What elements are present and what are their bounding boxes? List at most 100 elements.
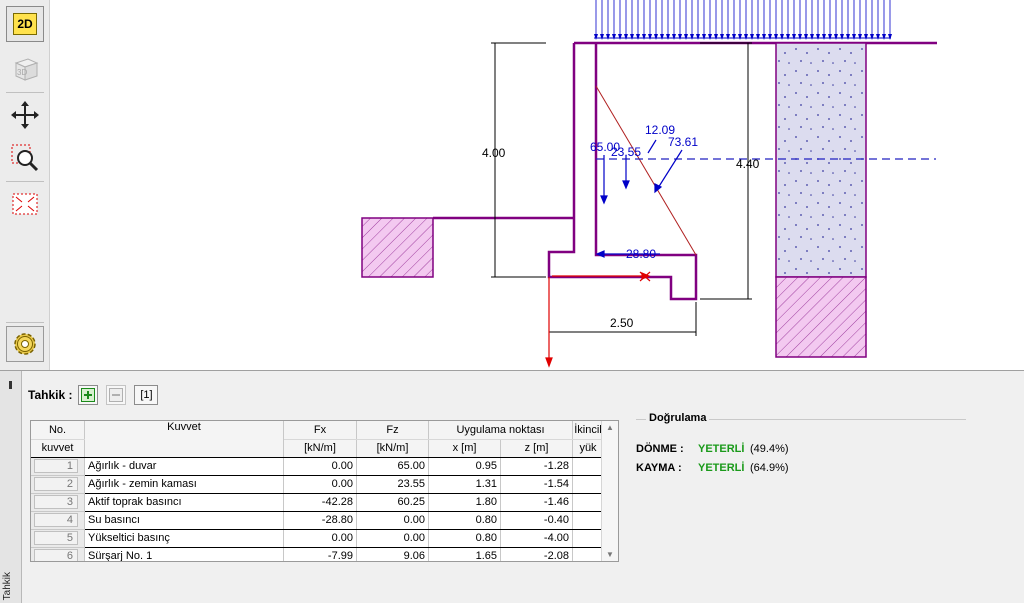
- settings-button[interactable]: [6, 326, 44, 362]
- row-number: 3: [31, 493, 85, 512]
- row-force-name[interactable]: Ağırlık - duvar: [84, 457, 284, 476]
- surcharge-arrowhead: [672, 34, 676, 40]
- check-percent: (49.4%): [750, 443, 789, 455]
- surcharge-arrowhead: [714, 34, 718, 40]
- check-percent: (64.9%): [750, 462, 789, 474]
- gear-icon: [14, 333, 36, 355]
- surcharge-arrowhead: [768, 34, 772, 40]
- row-x[interactable]: 0.95: [428, 457, 501, 476]
- row-secondary[interactable]: [572, 457, 604, 476]
- remove-analysis-button[interactable]: [106, 385, 127, 405]
- col-z-header: z [m]: [500, 439, 573, 458]
- table-row[interactable]: 3 Aktif toprak basıncı -42.28 60.25 1.80 -1.4…: [31, 493, 604, 512]
- surcharge-arrowhead: [858, 34, 862, 40]
- dim-height-left: 4.00: [482, 146, 506, 160]
- surcharge-arrowhead: [720, 34, 724, 40]
- surcharge-arrowhead: [696, 34, 700, 40]
- row-fz[interactable]: 23.55: [356, 475, 429, 494]
- analysis-page-indicator: [1]: [140, 389, 153, 401]
- surcharge-arrowhead: [852, 34, 856, 40]
- plus-icon: [81, 388, 96, 402]
- row-z[interactable]: -2.08: [500, 547, 573, 561]
- col-fx-header: Fx: [283, 421, 357, 440]
- row-fz[interactable]: 0.00: [356, 529, 429, 548]
- row-secondary[interactable]: [572, 475, 604, 494]
- row-z[interactable]: -1.46: [500, 493, 573, 512]
- minus-icon: [109, 388, 124, 402]
- force-label-water: 28.80: [626, 247, 656, 261]
- surcharge-arrowhead: [744, 34, 748, 40]
- row-fx[interactable]: 0.00: [283, 529, 357, 548]
- pan-button[interactable]: [6, 97, 44, 133]
- row-x[interactable]: 1.31: [428, 475, 501, 494]
- row-fx[interactable]: -28.80: [283, 511, 357, 530]
- row-secondary[interactable]: [572, 529, 604, 548]
- table-row[interactable]: 4 Su basıncı -28.80 0.00 0.80 -0.40: [31, 511, 604, 530]
- surcharge-arrowhead: [798, 34, 802, 40]
- table-row[interactable]: 2 Ağırlık - zemin kaması 0.00 23.55 1.31 -1.5…: [31, 475, 604, 494]
- surcharge-arrowhead: [642, 34, 646, 40]
- row-number-label: 6: [34, 549, 78, 561]
- row-fx[interactable]: -7.99: [283, 547, 357, 561]
- table-scrollbar[interactable]: ▲ ▼: [601, 421, 618, 561]
- move-arrows-icon: [11, 101, 39, 129]
- surcharge-arrowhead: [774, 34, 778, 40]
- surcharge-arrowhead: [804, 34, 808, 40]
- row-x[interactable]: 1.80: [428, 493, 501, 512]
- surcharge-arrowhead: [600, 34, 604, 40]
- surcharge-arrowhead: [864, 34, 868, 40]
- row-secondary[interactable]: [572, 493, 604, 512]
- row-z[interactable]: -1.28: [500, 457, 573, 476]
- row-secondary[interactable]: [572, 511, 604, 530]
- dimension-lines: [491, 42, 752, 336]
- row-fz[interactable]: 9.06: [356, 547, 429, 561]
- row-x[interactable]: 1.65: [428, 547, 501, 561]
- row-fz[interactable]: 60.25: [356, 493, 429, 512]
- check-row-overturning: DÖNME : YETERLİ (49.4%): [636, 441, 789, 457]
- row-z[interactable]: -1.54: [500, 475, 573, 494]
- row-fx[interactable]: -42.28: [283, 493, 357, 512]
- row-z[interactable]: -4.00: [500, 529, 573, 548]
- forces-table[interactable]: No. Kuvvet Fx Fz Uygulama noktası İkinci…: [30, 420, 619, 562]
- zoom-window-button[interactable]: [6, 140, 44, 176]
- surcharge-arrowhead: [726, 34, 730, 40]
- row-secondary[interactable]: [572, 547, 604, 561]
- surcharge-arrowhead: [822, 34, 826, 40]
- surcharge-arrowhead: [882, 34, 886, 40]
- surcharge-arrowhead: [762, 34, 766, 40]
- resultant-reaction: [545, 271, 651, 368]
- surcharge-arrowhead: [846, 34, 850, 40]
- surcharge-arrowhead: [636, 34, 640, 40]
- scroll-down-icon[interactable]: ▼: [606, 550, 614, 559]
- surcharge-arrowhead: [888, 34, 892, 40]
- row-fx[interactable]: 0.00: [283, 457, 357, 476]
- row-fz[interactable]: 65.00: [356, 457, 429, 476]
- analysis-page-button[interactable]: [1]: [134, 385, 159, 405]
- row-x[interactable]: 0.80: [428, 529, 501, 548]
- row-x[interactable]: 0.80: [428, 511, 501, 530]
- row-fx[interactable]: 0.00: [283, 475, 357, 494]
- drawing-canvas[interactable]: 4.00 4.40 2.50 12.09 73.61 65.00 23.55 2…: [50, 0, 1024, 370]
- table-row[interactable]: 5 Yükseltici basınç 0.00 0.00 0.80 -4.00: [31, 529, 604, 548]
- view-2d-button[interactable]: 2D: [6, 6, 44, 42]
- surcharge-arrowhead: [840, 34, 844, 40]
- surcharge-arrowhead: [702, 34, 706, 40]
- verification-title: Doğrulama: [646, 412, 710, 424]
- row-force-name[interactable]: Sürşarj No. 1: [84, 547, 284, 561]
- row-z[interactable]: -0.40: [500, 511, 573, 530]
- table-row[interactable]: 6 Sürşarj No. 1 -7.99 9.06 1.65 -2.08: [31, 547, 604, 561]
- table-row[interactable]: 1 Ağırlık - duvar 0.00 65.00 0.95 -1.28: [31, 457, 604, 476]
- scroll-up-icon[interactable]: ▲: [606, 423, 614, 432]
- col-secondary-header: İkincil: [572, 421, 604, 440]
- add-analysis-button[interactable]: [78, 385, 99, 405]
- view-3d-button[interactable]: 3D: [6, 50, 44, 86]
- surcharge-arrowhead: [870, 34, 874, 40]
- row-fz[interactable]: 0.00: [356, 511, 429, 530]
- row-force-name[interactable]: Su basıncı: [84, 511, 284, 530]
- panel-side-tab[interactable]: Tahkik: [0, 371, 22, 603]
- row-force-name[interactable]: Aktif toprak basıncı: [84, 493, 284, 512]
- row-force-name[interactable]: Yükseltici basınç: [84, 529, 284, 548]
- surcharge-arrowhead: [684, 34, 688, 40]
- row-force-name[interactable]: Ağırlık - zemin kaması: [84, 475, 284, 494]
- zoom-extents-button[interactable]: [6, 186, 44, 222]
